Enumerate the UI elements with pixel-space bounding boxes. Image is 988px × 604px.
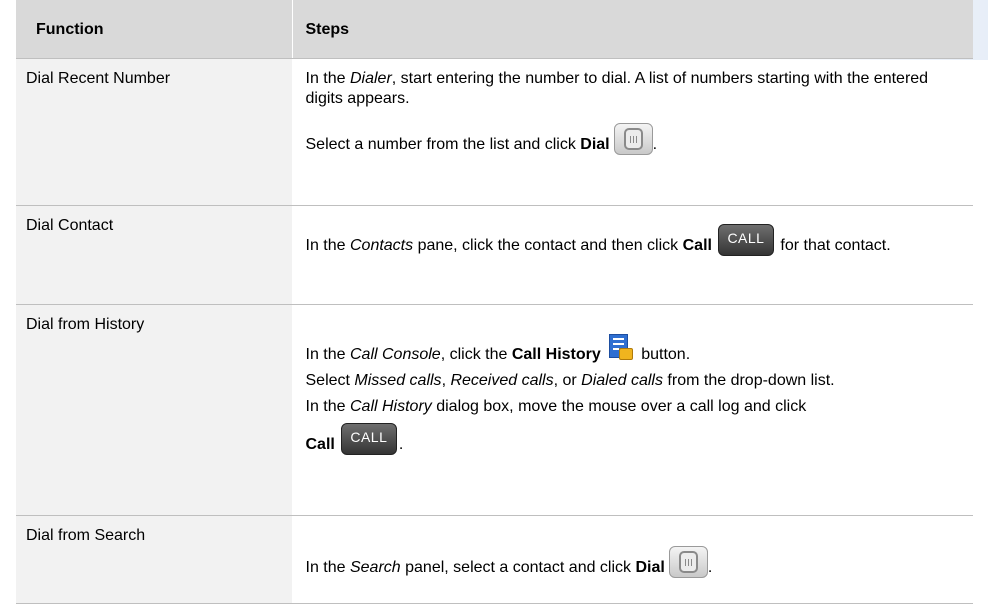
button-term: Dial: [635, 558, 665, 576]
ui-term: Dialer: [349, 69, 392, 87]
call-button-icon: CALL: [340, 422, 397, 455]
step-paragraph: In the Call Console, click the Call Hist…: [306, 305, 965, 365]
table-row: Dial from History In the Call Console, c…: [16, 304, 973, 516]
button-term: Dial: [580, 135, 610, 153]
step-paragraph: In the Dialer, start entering the number…: [305, 69, 929, 107]
steps-cell: In the Search panel, select a contact an…: [291, 515, 973, 604]
table-row: Dial from Search In the Search panel, se…: [16, 515, 973, 604]
ui-term: Search: [349, 558, 401, 576]
call-button-icon: CALL: [717, 223, 774, 256]
table-header-row: Function Steps: [16, 0, 973, 59]
functions-steps-table: Function Steps Dial Recent Number In the…: [16, 0, 973, 604]
function-cell: Dial from Search: [16, 515, 292, 604]
call-history-icon: [607, 334, 633, 362]
step-paragraph: Call CALL.: [305, 422, 965, 455]
step-paragraph: In the Call History dialog box, move the…: [305, 397, 807, 415]
step-paragraph: Select a number from the list and click …: [306, 122, 965, 155]
step-paragraph: Select Missed calls, Received calls, or …: [305, 371, 835, 389]
phone-dial-icon: [668, 545, 708, 578]
column-header-function: Function: [16, 0, 292, 59]
button-term: Call: [682, 236, 712, 254]
steps-cell: In the Contacts pane, click the contact …: [291, 205, 973, 305]
ui-term: Contacts: [349, 236, 414, 254]
function-cell: Dial Contact: [16, 205, 292, 305]
button-term: Call: [305, 435, 335, 453]
steps-cell: In the Dialer, start entering the number…: [291, 58, 973, 206]
step-paragraph: In the Search panel, select a contact an…: [306, 516, 965, 578]
ui-term: Call History: [349, 397, 432, 415]
function-cell: Dial from History: [16, 304, 292, 516]
column-header-steps: Steps: [291, 0, 973, 59]
steps-cell: In the Call Console, click the Call Hist…: [291, 304, 973, 516]
table-row: Dial Recent Number In the Dialer, start …: [16, 58, 973, 206]
step-paragraph: In the Contacts pane, click the contact …: [306, 206, 965, 256]
function-cell: Dial Recent Number: [16, 58, 292, 206]
button-term: Call History: [511, 345, 601, 363]
ui-term: Call Console: [349, 345, 441, 363]
table-row: Dial Contact In the Contacts pane, click…: [16, 205, 973, 305]
phone-dial-icon: [613, 122, 653, 155]
